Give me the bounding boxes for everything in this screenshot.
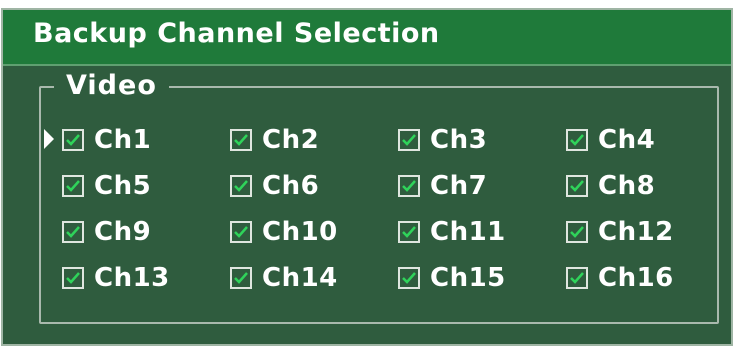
channel-label: Ch13: [94, 263, 170, 293]
checkbox-checked-icon: [62, 129, 84, 151]
channel-ch4-checkbox[interactable]: Ch4: [566, 120, 655, 160]
title-bar: Backup Channel Selection: [3, 10, 731, 66]
channel-ch1-checkbox[interactable]: Ch1: [62, 120, 151, 160]
channel-ch7-checkbox[interactable]: Ch7: [398, 166, 487, 206]
channel-ch12-checkbox[interactable]: Ch12: [566, 212, 674, 252]
channel-label: Ch3: [430, 125, 488, 155]
checkbox-checked-icon: [566, 175, 588, 197]
channel-label: Ch7: [430, 171, 488, 201]
video-group-label: Video: [54, 68, 169, 104]
channel-label: Ch6: [262, 171, 320, 201]
checkbox-checked-icon: [62, 267, 84, 289]
channel-label: Ch14: [262, 263, 338, 293]
checkbox-checked-icon: [566, 221, 588, 243]
channel-ch11-checkbox[interactable]: Ch11: [398, 212, 506, 252]
checkbox-checked-icon: [230, 221, 252, 243]
channel-ch14-checkbox[interactable]: Ch14: [230, 258, 338, 298]
channel-ch5-checkbox[interactable]: Ch5: [62, 166, 151, 206]
channel-ch3-checkbox[interactable]: Ch3: [398, 120, 487, 160]
channel-label: Ch2: [262, 125, 320, 155]
checkbox-checked-icon: [566, 129, 588, 151]
channel-ch2-checkbox[interactable]: Ch2: [230, 120, 319, 160]
channel-label: Ch11: [430, 217, 506, 247]
checkbox-checked-icon: [398, 267, 420, 289]
dialog-title: Backup Channel Selection: [33, 18, 440, 49]
channel-label: Ch15: [430, 263, 506, 293]
checkbox-checked-icon: [230, 129, 252, 151]
channel-ch8-checkbox[interactable]: Ch8: [566, 166, 655, 206]
channel-ch6-checkbox[interactable]: Ch6: [230, 166, 319, 206]
checkbox-checked-icon: [566, 267, 588, 289]
channel-label: Ch5: [94, 171, 152, 201]
channel-ch13-checkbox[interactable]: Ch13: [62, 258, 170, 298]
channel-label: Ch16: [598, 263, 674, 293]
checkbox-checked-icon: [62, 175, 84, 197]
checkbox-checked-icon: [230, 267, 252, 289]
channel-ch9-checkbox[interactable]: Ch9: [62, 212, 151, 252]
checkbox-checked-icon: [398, 129, 420, 151]
channel-label: Ch8: [598, 171, 656, 201]
channel-ch15-checkbox[interactable]: Ch15: [398, 258, 506, 298]
channel-label: Ch1: [94, 125, 152, 155]
channel-ch10-checkbox[interactable]: Ch10: [230, 212, 338, 252]
channel-label: Ch12: [598, 217, 674, 247]
checkbox-checked-icon: [62, 221, 84, 243]
checkbox-checked-icon: [398, 221, 420, 243]
checkbox-checked-icon: [398, 175, 420, 197]
channel-label: Ch9: [94, 217, 152, 247]
checkbox-checked-icon: [230, 175, 252, 197]
channel-ch16-checkbox[interactable]: Ch16: [566, 258, 674, 298]
selection-pointer-icon: [44, 129, 54, 149]
channel-label: Ch10: [262, 217, 338, 247]
channel-label: Ch4: [598, 125, 656, 155]
